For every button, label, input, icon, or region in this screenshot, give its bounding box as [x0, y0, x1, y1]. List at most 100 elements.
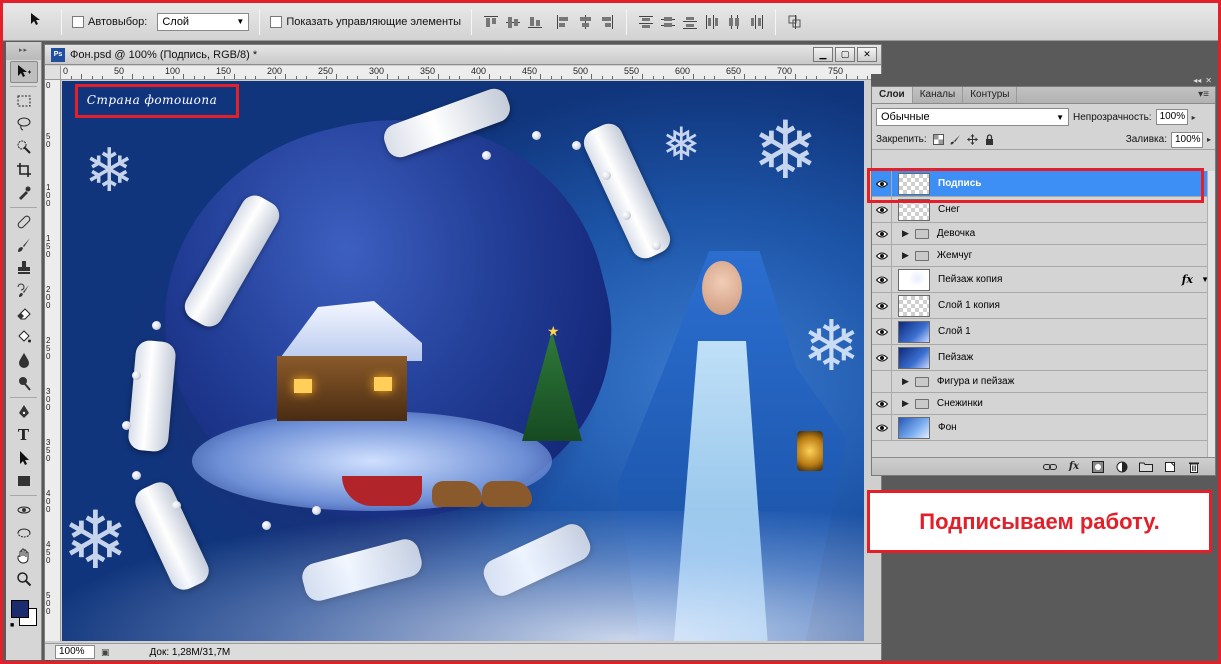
- visibility-eye-icon[interactable]: [872, 223, 892, 244]
- document-titlebar[interactable]: Ps Фон.psd @ 100% (Подпись, RGB/8) * ▁ ▢…: [45, 45, 881, 65]
- paint-bucket-tool-icon[interactable]: [10, 326, 38, 348]
- tab-channels[interactable]: Каналы: [913, 87, 964, 103]
- visibility-eye-icon[interactable]: [872, 267, 892, 292]
- expand-group-icon[interactable]: ▶: [902, 398, 909, 409]
- align-right-icon[interactable]: [598, 12, 616, 32]
- visibility-eye-icon[interactable]: [872, 171, 892, 196]
- close-icon[interactable]: ✕: [857, 47, 877, 62]
- align-top-icon[interactable]: [482, 12, 500, 32]
- zoom-tool-icon[interactable]: [10, 568, 38, 590]
- hand-tool-icon[interactable]: [10, 545, 38, 567]
- tab-layers[interactable]: Слои: [872, 87, 913, 103]
- move-tool-icon[interactable]: [9, 61, 38, 83]
- show-controls-checkbox[interactable]: [270, 15, 283, 28]
- add-mask-icon[interactable]: [1091, 460, 1105, 473]
- layer-row[interactable]: Снег: [872, 197, 1215, 223]
- move-tool-preset-icon[interactable]: [21, 11, 51, 32]
- blend-mode-dropdown[interactable]: Обычные ▼: [876, 108, 1069, 126]
- link-layers-icon[interactable]: [1043, 461, 1057, 473]
- expand-group-icon[interactable]: ▶: [902, 376, 909, 387]
- eyedropper-tool-icon[interactable]: [10, 182, 38, 204]
- healing-brush-tool-icon[interactable]: [10, 211, 38, 233]
- align-left-icon[interactable]: [554, 12, 572, 32]
- ruler-origin[interactable]: [45, 66, 61, 80]
- distribute-hcenter-icon[interactable]: [725, 12, 743, 32]
- layer-row[interactable]: Слой 1: [872, 319, 1215, 345]
- collapse-panel-icon[interactable]: ◂◂: [1193, 76, 1201, 85]
- layer-row[interactable]: Слой 1 копия: [872, 293, 1215, 319]
- visibility-eye-icon[interactable]: [872, 415, 892, 440]
- distribute-bottom-icon[interactable]: [681, 12, 699, 32]
- fill-slider-icon[interactable]: ▸: [1207, 135, 1211, 144]
- new-layer-icon[interactable]: [1163, 461, 1177, 473]
- auto-align-icon[interactable]: [786, 12, 804, 32]
- visibility-eye-icon[interactable]: [872, 197, 892, 222]
- delete-layer-icon[interactable]: [1187, 461, 1201, 473]
- layer-row[interactable]: Фон: [872, 415, 1215, 441]
- brush-tool-icon[interactable]: [10, 234, 38, 256]
- opacity-input[interactable]: 100%: [1155, 109, 1188, 125]
- adjustment-layer-icon[interactable]: [1115, 461, 1129, 473]
- visibility-eye-icon[interactable]: [872, 245, 892, 266]
- lock-all-icon[interactable]: [984, 134, 995, 145]
- expand-group-icon[interactable]: ▶: [902, 250, 909, 261]
- 3d-orbit-tool-icon[interactable]: [10, 522, 38, 544]
- new-group-icon[interactable]: [1139, 461, 1153, 473]
- visibility-eye-icon[interactable]: [872, 319, 892, 344]
- lasso-tool-icon[interactable]: [10, 113, 38, 135]
- marquee-tool-icon[interactable]: [10, 90, 38, 112]
- quick-select-tool-icon[interactable]: [10, 136, 38, 158]
- history-brush-tool-icon[interactable]: [10, 280, 38, 302]
- visibility-eye-icon[interactable]: [872, 371, 892, 392]
- fill-input[interactable]: 100%: [1170, 131, 1203, 148]
- vertical-ruler[interactable]: 0 5 0 1 0 0 1 5 0 2 0 0 2 5 0 3 0 0 3 5 0 4 0 0 4…: [45, 80, 61, 664]
- default-colors-icon[interactable]: ■: [10, 622, 14, 629]
- distribute-left-icon[interactable]: [703, 12, 721, 32]
- layers-scrollbar[interactable]: [1207, 171, 1215, 457]
- align-bottom-icon[interactable]: [526, 12, 544, 32]
- minimize-icon[interactable]: ▁: [813, 47, 833, 62]
- layer-row[interactable]: Пейзаж: [872, 345, 1215, 371]
- eraser-tool-icon[interactable]: [10, 303, 38, 325]
- align-vcenter-icon[interactable]: [504, 12, 522, 32]
- toolbox-grip[interactable]: ▸▸: [6, 42, 41, 60]
- visibility-eye-icon[interactable]: [872, 293, 892, 318]
- lock-transparency-icon[interactable]: [932, 134, 944, 145]
- clone-stamp-tool-icon[interactable]: [10, 257, 38, 279]
- maximize-icon[interactable]: ▢: [835, 47, 855, 62]
- pen-tool-icon[interactable]: [10, 401, 38, 423]
- lock-position-icon[interactable]: [966, 134, 978, 145]
- lock-pixels-icon[interactable]: [950, 134, 961, 145]
- auto-select-dropdown[interactable]: Слой ▼: [157, 12, 250, 31]
- crop-tool-icon[interactable]: [10, 159, 38, 181]
- layer-style-icon[interactable]: fx: [1067, 461, 1081, 473]
- 3d-rotate-tool-icon[interactable]: [10, 499, 38, 521]
- horizontal-ruler[interactable]: 0 50 100 150 200 250 300 350 400 450 500 550 600 650 7…: [61, 66, 881, 80]
- blur-tool-icon[interactable]: [10, 349, 38, 371]
- auto-select-checkbox[interactable]: [72, 15, 84, 28]
- show-controls-option[interactable]: Показать управляющие элементы: [270, 15, 461, 28]
- rectangle-tool-icon[interactable]: [10, 470, 38, 492]
- status-preview-icon[interactable]: ▣: [101, 647, 110, 658]
- type-tool-icon[interactable]: T: [10, 424, 38, 446]
- close-panel-icon[interactable]: ✕: [1205, 76, 1212, 85]
- panel-menu-icon[interactable]: ▾≡: [1198, 87, 1215, 103]
- layer-group-row[interactable]: ▶ Снежинки: [872, 393, 1215, 415]
- visibility-eye-icon[interactable]: [872, 393, 892, 414]
- distribute-right-icon[interactable]: [747, 12, 765, 32]
- tab-paths[interactable]: Контуры: [963, 87, 1018, 103]
- opacity-slider-icon[interactable]: ▸: [1192, 113, 1196, 122]
- layer-group-row[interactable]: ▶ Жемчуг: [872, 245, 1215, 267]
- layer-row[interactable]: Пейзаж копия fx ▼: [872, 267, 1215, 293]
- expand-group-icon[interactable]: ▶: [902, 228, 909, 239]
- align-hcenter-icon[interactable]: [576, 12, 594, 32]
- layer-effects-icon[interactable]: fx: [1182, 273, 1193, 286]
- distribute-top-icon[interactable]: [637, 12, 655, 32]
- distribute-vcenter-icon[interactable]: [659, 12, 677, 32]
- path-select-tool-icon[interactable]: [10, 447, 38, 469]
- layer-group-row[interactable]: ▶ Девочка: [872, 223, 1215, 245]
- layer-row[interactable]: Подпись: [867, 168, 1215, 203]
- visibility-eye-icon[interactable]: [872, 345, 892, 370]
- auto-select-option[interactable]: Автовыбор:: [72, 15, 147, 28]
- dodge-tool-icon[interactable]: [10, 372, 38, 394]
